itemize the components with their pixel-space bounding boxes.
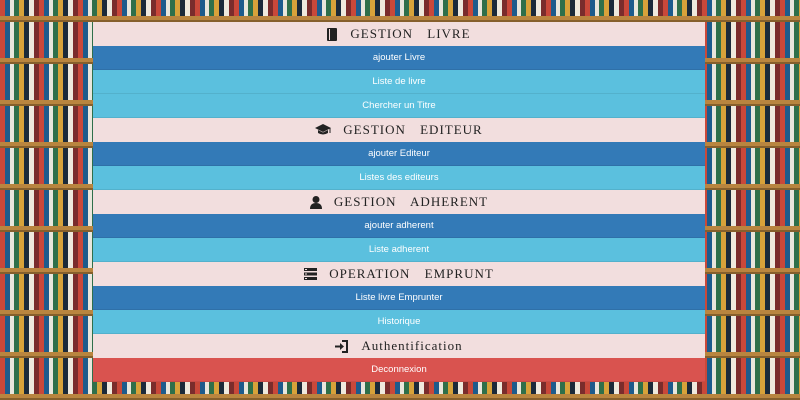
graduation-cap-icon	[315, 124, 332, 136]
list-icon	[304, 268, 318, 280]
historique-button[interactable]: Historique	[93, 310, 705, 334]
section-header-gestion-livre: GESTION LIVRE	[93, 22, 705, 46]
log-in-icon	[335, 339, 349, 353]
liste-livre-button[interactable]: Liste de livre	[93, 70, 705, 94]
section-title: GESTION ADHERENT	[333, 194, 489, 209]
section-header-gestion-editeur: GESTION EDITEUR	[93, 118, 705, 142]
section-header-authentification: Authentification	[93, 334, 705, 358]
section-title: OPERATION EMPRUNT	[329, 266, 494, 281]
book-icon	[327, 27, 338, 41]
menu-panel: GESTION LIVRE ajouter Livre Liste de liv…	[93, 22, 705, 382]
liste-livre-emprunter-button[interactable]: Liste livre Emprunter	[93, 286, 705, 310]
liste-adherent-button[interactable]: Liste adherent	[93, 238, 705, 262]
deconnexion-button[interactable]: Deconnexion	[93, 358, 705, 382]
ajouter-adherent-button[interactable]: ajouter adherent	[93, 214, 705, 238]
chercher-titre-button[interactable]: Chercher un Titre	[93, 94, 705, 118]
section-title: GESTION EDITEUR	[343, 122, 483, 137]
ajouter-livre-button[interactable]: ajouter Livre	[93, 46, 705, 70]
section-title: Authentification	[361, 338, 463, 353]
section-title: GESTION LIVRE	[350, 26, 471, 41]
section-header-operation-emprunt: OPERATION EMPRUNT	[93, 262, 705, 286]
liste-editeurs-button[interactable]: Listes des editeurs	[93, 166, 705, 190]
section-header-gestion-adherent: GESTION ADHERENT	[93, 190, 705, 214]
ajouter-editeur-button[interactable]: ajouter Editeur	[93, 142, 705, 166]
user-icon	[309, 195, 322, 209]
